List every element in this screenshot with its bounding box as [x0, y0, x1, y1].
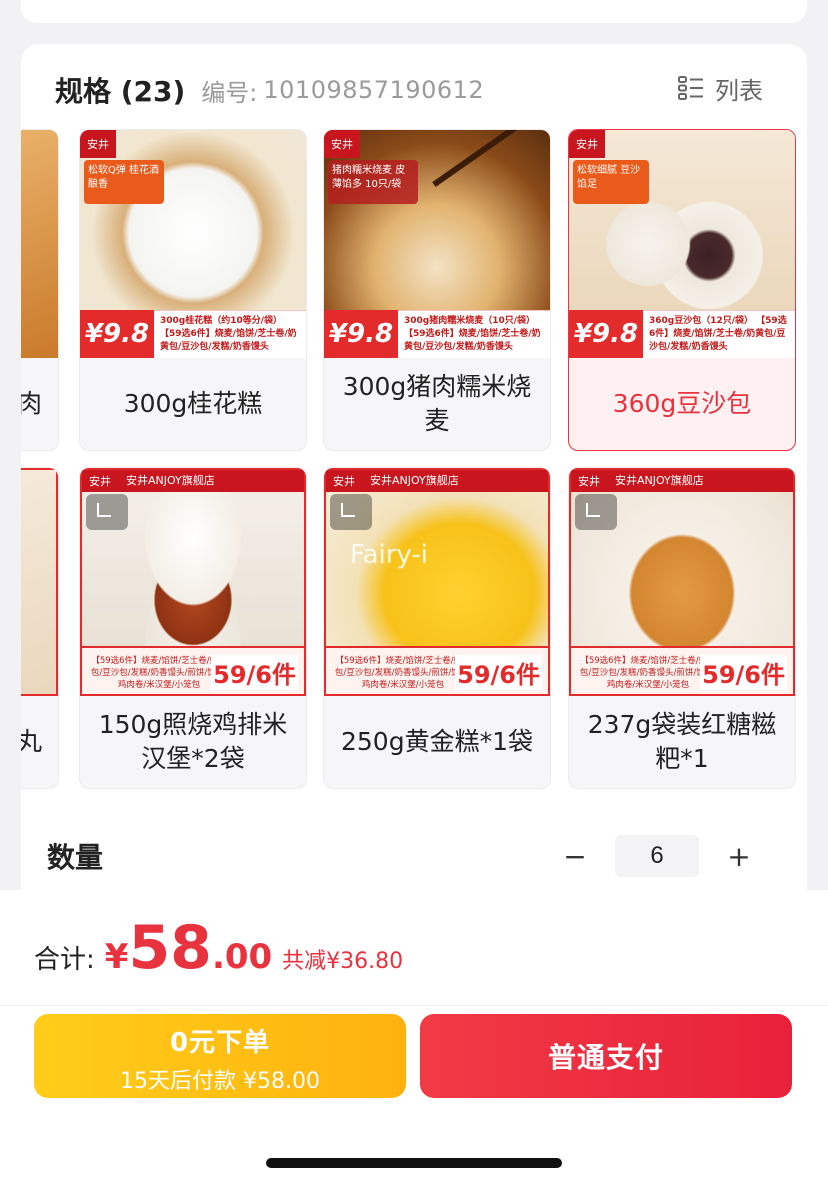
quantity-row: 数量 − + — [47, 834, 787, 878]
spec-option-brown-sugar-ciba[interactable]: 安井ANJOY旗舰店 安井 【59选6件】烧麦/馅饼/芝士卷/奶黄包/豆沙包/发… — [568, 467, 796, 789]
product-image: 安井ANJOY旗舰店 安井 【59选6件】烧麦/馅饼/芝士卷/奶黄包/豆沙包/发… — [80, 468, 306, 696]
spec-header: 规格 (23) 编号: 10109857190612 — [55, 70, 484, 110]
product-image: 安井ANJOY旗舰店 安井 Fairy-i 【59选6件】烧麦/馅饼/芝士卷/奶… — [324, 468, 550, 696]
spec-option-name: 250g黄金糕*1袋 — [341, 727, 533, 756]
spec-option-name: 肉 — [21, 358, 50, 450]
feature-badge: 猪肉糯米烧麦 皮薄馅多 10只/袋 — [328, 160, 418, 204]
product-image: 安井 猪肉糯米烧麦 皮薄馅多 10只/袋 ¥9.8 300g猪肉糯米烧麦（10只… — [324, 130, 550, 358]
pay-later-button[interactable]: 0元下单 15天后付款 ¥58.00 — [34, 1014, 406, 1098]
home-indicator — [266, 1158, 562, 1168]
spec-option-name: 150g照烧鸡排米汉堡*2袋 — [98, 710, 288, 773]
pay-later-subtitle: 15天后付款 ¥58.00 — [120, 1069, 320, 1094]
brand-logo: 安井 — [82, 470, 118, 492]
quantity-stepper: − + — [555, 834, 759, 878]
spec-option-name: 300g桂花糕 — [123, 389, 263, 418]
pay-later-title: 0元下单 — [169, 1028, 271, 1058]
product-image: 安井ANJOY旗舰店 安井 【59选6件】烧麦/馅饼/芝士卷/奶黄包/豆沙包/发… — [569, 468, 795, 696]
product-image: 安井 松软Q弹 桂花酒酿香 ¥9.8 300g桂花糕（约10等分/袋） 【59选… — [80, 130, 306, 358]
brand-logo: 安井 — [326, 470, 362, 492]
spec-option-name: 237g袋装红糖糍粑*1 — [587, 710, 777, 773]
promo-text: 360g豆沙包（12只/袋） 【59选6件】烧麦/馅饼/芝士卷/奶黄包/豆沙包/… — [649, 316, 787, 352]
spec-option-partial-2[interactable]: 丸 — [21, 467, 59, 789]
increase-button[interactable]: + — [719, 836, 759, 876]
spec-option-pork-siumai[interactable]: 安井 猪肉糯米烧麦 皮薄馅多 10只/袋 ¥9.8 300g猪肉糯米烧麦（10只… — [323, 129, 551, 451]
promo-text: 【59选6件】烧麦/馅饼/芝士卷/奶黄包/豆沙包/发糕/奶香馒头/煎饼/馅饼/鸡… — [579, 656, 717, 690]
chopstick — [432, 130, 526, 188]
promo-text: 300g猪肉糯米烧麦（10只/袋） 【59选6件】烧麦/馅饼/芝士卷/奶黄包/豆… — [404, 316, 541, 352]
promo-text: 【59选6件】烧麦/馅饼/芝士卷/奶黄包/豆沙包/发糕/奶香馒头/煎饼/馅饼/鸡… — [334, 656, 472, 690]
expand-icon[interactable] — [330, 494, 372, 530]
feature-badge: 松软细腻 豆沙馅足 — [573, 160, 649, 204]
total-row: 合计: ¥ 58 .00 共减¥36.80 — [34, 918, 403, 988]
spec-option-name: 丸 — [21, 696, 50, 788]
total-amount-decimal: .00 — [211, 937, 273, 977]
list-view-toggle[interactable]: 列表 — [677, 70, 763, 106]
product-code: 10109857190612 — [263, 76, 485, 104]
promo-text: 【59选6件】烧麦/馅饼/芝士卷/奶黄包/豆沙包/发糕/奶香馒头/煎饼/馅饼/鸡… — [90, 656, 228, 690]
product-image — [21, 468, 58, 696]
promo-price: 59/6件 — [700, 655, 787, 690]
list-toggle-label: 列表 — [715, 76, 763, 105]
promo-text: 300g桂花糕（约10等分/袋） 【59选6件】烧麦/馅饼/芝士卷/奶黄包/豆沙… — [160, 316, 297, 352]
expand-icon[interactable] — [86, 494, 128, 530]
promo-price: ¥9.8 — [324, 310, 398, 358]
spec-option-golden-cake[interactable]: 安井ANJOY旗舰店 安井 Fairy-i 【59选6件】烧麦/馅饼/芝士卷/奶… — [323, 467, 551, 789]
spec-title: 规格 (23) — [55, 75, 186, 108]
total-label: 合计: — [34, 945, 95, 975]
list-icon — [678, 76, 703, 100]
quantity-label: 数量 — [47, 841, 104, 874]
product-image: 安井 松软细腻 豆沙馅足 ¥9.8 360g豆沙包（12只/袋） 【59选6件】… — [569, 130, 795, 358]
quantity-input[interactable] — [615, 835, 699, 877]
expand-icon[interactable] — [575, 494, 617, 530]
promo-price: ¥9.8 — [80, 310, 154, 358]
promo-price: ¥9.8 — [569, 310, 643, 358]
promo-price: 59/6件 — [211, 655, 298, 690]
decrease-button[interactable]: − — [555, 836, 595, 876]
total-currency: ¥ — [104, 937, 129, 977]
previous-section-card — [21, 0, 807, 23]
spec-option-name: 300g猪肉糯米烧麦 — [342, 372, 532, 435]
checkout-panel: 合计: ¥ 58 .00 共减¥36.80 0元下单 15天后付款 ¥58.00… — [0, 890, 828, 1185]
spec-option-name: 360g豆沙包 — [612, 389, 752, 418]
brand-logo: 安井 — [569, 130, 605, 158]
total-amount-integer: 58 — [128, 913, 212, 983]
product-code-label: 编号: — [201, 78, 258, 107]
spec-grid: 肉 安井 松软Q弹 桂花酒酿香 ¥9.8 300g桂花糕（约10等分/袋） 【5… — [21, 129, 807, 789]
total-discount: 共减¥36.80 — [282, 949, 404, 974]
feature-badge: 松软Q弹 桂花酒酿香 — [84, 160, 164, 204]
brand-logo: 安井 — [324, 130, 360, 158]
pay-now-button[interactable]: 普通支付 — [420, 1014, 792, 1098]
spec-option-osmanthus-cake[interactable]: 安井 松软Q弹 桂花酒酿香 ¥9.8 300g桂花糕（约10等分/袋） 【59选… — [79, 129, 307, 451]
product-image — [21, 130, 58, 358]
brand-logo: 安井 — [80, 130, 116, 158]
spec-option-rice-burger[interactable]: 安井ANJOY旗舰店 安井 【59选6件】烧麦/馅饼/芝士卷/奶黄包/豆沙包/发… — [79, 467, 307, 789]
watermark-text: Fairy-i — [350, 540, 428, 570]
spec-panel: 规格 (23) 编号: 10109857190612 列表 肉 安井 松软Q弹 … — [21, 44, 807, 904]
spec-option-partial-1[interactable]: 肉 — [21, 129, 59, 451]
divider — [0, 1005, 828, 1006]
brand-logo: 安井 — [571, 470, 607, 492]
spec-option-red-bean-bun[interactable]: 安井 松软细腻 豆沙馅足 ¥9.8 360g豆沙包（12只/袋） 【59选6件】… — [568, 129, 796, 451]
promo-price: 59/6件 — [455, 655, 542, 690]
